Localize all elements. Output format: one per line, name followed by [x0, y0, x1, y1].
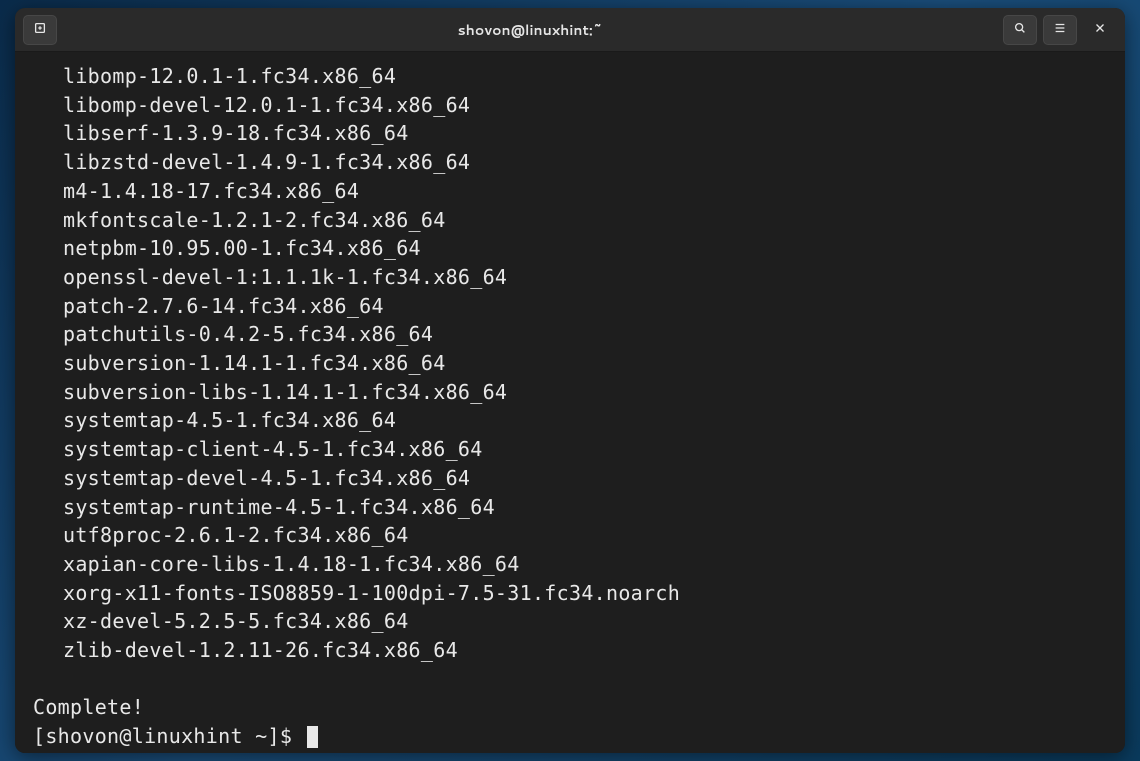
package-line: systemtap-runtime-4.5-1.fc34.x86_64	[33, 493, 1113, 522]
package-line: netpbm-10.95.00-1.fc34.x86_64	[33, 234, 1113, 263]
package-line: libomp-12.0.1-1.fc34.x86_64	[33, 62, 1113, 91]
package-line: openssl-devel-1:1.1.1k-1.fc34.x86_64	[33, 263, 1113, 292]
package-line: systemtap-devel-4.5-1.fc34.x86_64	[33, 464, 1113, 493]
close-button[interactable]	[1083, 15, 1117, 45]
cursor	[307, 726, 318, 748]
complete-text: Complete!	[33, 693, 1113, 722]
terminal-output[interactable]: libomp-12.0.1-1.fc34.x86_64libomp-devel-…	[15, 52, 1125, 753]
package-line: subversion-libs-1.14.1-1.fc34.x86_64	[33, 378, 1113, 407]
package-line: libzstd-devel-1.4.9-1.fc34.x86_64	[33, 148, 1113, 177]
package-line: xapian-core-libs-1.4.18-1.fc34.x86_64	[33, 550, 1113, 579]
package-line: mkfontscale-1.2.1-2.fc34.x86_64	[33, 206, 1113, 235]
prompt-line: [shovon@linuxhint ~]$	[33, 722, 1113, 751]
window-title: shovon@linuxhint:~	[57, 20, 1003, 40]
package-line: patch-2.7.6-14.fc34.x86_64	[33, 292, 1113, 321]
new-tab-button[interactable]	[23, 15, 57, 45]
titlebar-left	[23, 15, 57, 45]
package-line: m4-1.4.18-17.fc34.x86_64	[33, 177, 1113, 206]
search-button[interactable]	[1003, 15, 1037, 45]
package-line: subversion-1.14.1-1.fc34.x86_64	[33, 349, 1113, 378]
close-icon	[1093, 20, 1107, 39]
titlebar: shovon@linuxhint:~	[15, 8, 1125, 52]
titlebar-right	[1003, 15, 1117, 45]
terminal-window: shovon@linuxhint:~ libomp-12.0.1-1.fc34.…	[15, 8, 1125, 753]
new-tab-icon	[33, 20, 47, 39]
search-icon	[1013, 20, 1027, 39]
shell-prompt: [shovon@linuxhint ~]$	[33, 724, 305, 748]
package-line: patchutils-0.4.2-5.fc34.x86_64	[33, 320, 1113, 349]
package-line: zlib-devel-1.2.11-26.fc34.x86_64	[33, 636, 1113, 665]
package-line: utf8proc-2.6.1-2.fc34.x86_64	[33, 521, 1113, 550]
package-line: systemtap-4.5-1.fc34.x86_64	[33, 406, 1113, 435]
package-line: systemtap-client-4.5-1.fc34.x86_64	[33, 435, 1113, 464]
menu-button[interactable]	[1043, 15, 1077, 45]
package-line: libomp-devel-12.0.1-1.fc34.x86_64	[33, 91, 1113, 120]
package-line: libserf-1.3.9-18.fc34.x86_64	[33, 119, 1113, 148]
hamburger-icon	[1053, 20, 1067, 39]
package-line: xz-devel-5.2.5-5.fc34.x86_64	[33, 607, 1113, 636]
package-line: xorg-x11-fonts-ISO8859-1-100dpi-7.5-31.f…	[33, 579, 1113, 608]
